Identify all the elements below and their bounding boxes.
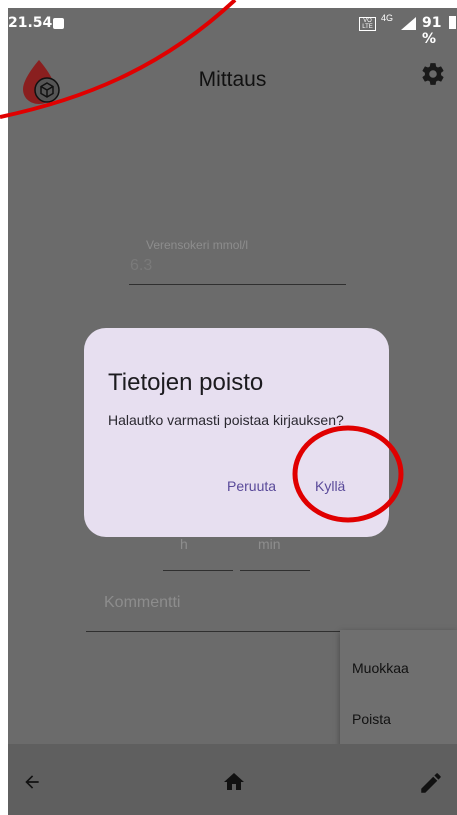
minute-underline	[240, 570, 310, 571]
glucose-input[interactable]: 6.3	[130, 257, 152, 275]
back-arrow-icon[interactable]	[22, 772, 42, 792]
bottom-nav	[8, 744, 457, 815]
menu-item-delete[interactable]: Poista	[352, 711, 391, 727]
dialog-title: Tietojen poisto	[108, 369, 264, 396]
comment-field[interactable]: Kommentti	[104, 594, 180, 612]
menu-item-edit[interactable]: Muokkaa	[352, 660, 409, 676]
page-title: Mittaus	[198, 68, 267, 91]
popup-menu: Muokkaa Poista	[340, 630, 457, 752]
cancel-button[interactable]: Peruuta	[227, 478, 276, 494]
confirm-button[interactable]: Kyllä	[315, 478, 345, 494]
dialog-message: Halautko varmasti poistaa kirjauksen?	[108, 412, 344, 428]
glucose-label: Verensokeri mmol/l	[146, 238, 249, 252]
signal-icon	[401, 17, 416, 30]
network-type: 4G	[381, 13, 394, 23]
delete-confirm-dialog: Tietojen poisto Halautko varmasti poista…	[84, 328, 389, 537]
status-time: 21.54	[8, 15, 53, 31]
image-notification-icon	[53, 18, 64, 29]
hour-field[interactable]: h	[180, 536, 188, 552]
phone-screen: 21.54 VO LTE 4G 91 % Mittaus Verensokeri…	[8, 8, 457, 815]
comment-underline	[86, 631, 346, 632]
battery-icon	[449, 16, 456, 29]
home-icon[interactable]	[222, 770, 246, 794]
hour-underline	[163, 570, 233, 571]
pencil-icon[interactable]	[418, 770, 444, 796]
status-bar: 21.54 VO LTE 4G 91 %	[8, 8, 457, 47]
volte-badge: VO LTE	[359, 17, 376, 31]
gear-icon[interactable]	[420, 61, 446, 87]
minute-field[interactable]: min	[258, 536, 281, 552]
glucose-underline	[129, 284, 346, 285]
